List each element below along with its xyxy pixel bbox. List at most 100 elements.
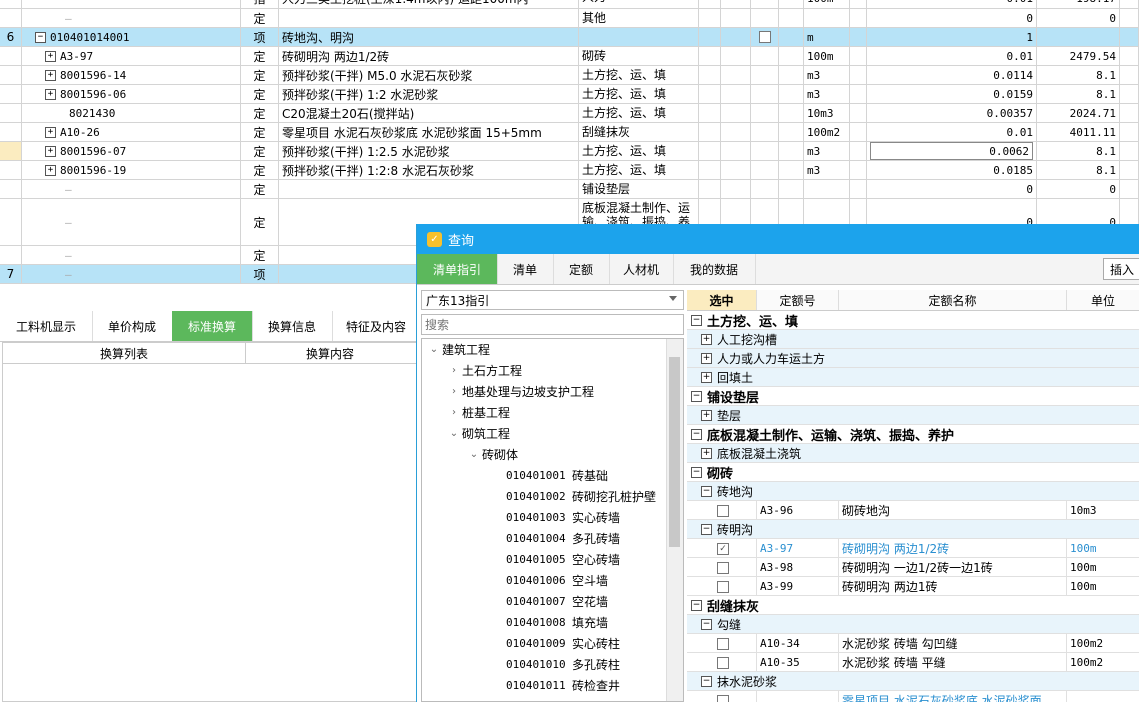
row-unit[interactable]: m3 — [804, 66, 850, 84]
checkbox[interactable] — [717, 580, 729, 593]
tree-node-foundation[interactable]: › 地基处理与边坡支护工程 — [446, 381, 594, 401]
tab-material-display[interactable]: 工料机显示 — [0, 311, 93, 341]
row-code[interactable]: +8001596-07 — [22, 142, 241, 160]
row-cell[interactable] — [850, 47, 867, 65]
row-unit[interactable] — [804, 9, 850, 27]
row-price[interactable]: 0 — [1037, 9, 1120, 27]
quota-select-cell[interactable] — [687, 501, 757, 520]
checkbox[interactable] — [717, 561, 729, 574]
collapse-icon[interactable]: − — [691, 314, 702, 326]
tree-node-pile[interactable]: › 桩基工程 — [446, 402, 510, 422]
row-checkbox-cell[interactable] — [751, 28, 779, 46]
row-code[interactable]: — — [22, 246, 241, 264]
tree-node-building[interactable]: ⌄ 建筑工程 — [426, 339, 490, 359]
tree-leaf-item[interactable]: 010401009 实心砖柱 — [506, 633, 620, 653]
tree-node-earthwork[interactable]: › 土石方工程 — [446, 360, 522, 380]
quota-subgroup-row[interactable]: + 底板混凝土浇筑 — [687, 444, 1139, 463]
checked-checkbox[interactable]: ✓ — [717, 542, 729, 555]
collapse-icon[interactable]: − — [701, 675, 712, 687]
checkbox[interactable] — [717, 637, 729, 650]
row-cell[interactable] — [721, 66, 751, 84]
quota-select-cell[interactable] — [687, 558, 757, 577]
row-type[interactable]: 定 — [241, 9, 279, 27]
row-cell[interactable] — [850, 161, 867, 179]
table-row[interactable]: — 定 铺设垫层 0 0 — [0, 180, 1139, 199]
row-name[interactable]: 砖地沟、明沟 — [279, 28, 579, 46]
checkbox[interactable] — [717, 694, 729, 702]
row-category[interactable]: 其他 — [579, 9, 699, 27]
collapse-icon[interactable]: − — [701, 618, 712, 630]
row-checkbox-cell[interactable] — [751, 104, 779, 122]
row-cell[interactable] — [779, 66, 804, 84]
collapse-icon[interactable]: − — [701, 485, 712, 497]
row-quantity[interactable]: 1 — [867, 28, 1037, 46]
quota-group-row[interactable]: − 铺设垫层 — [687, 387, 1139, 406]
quota-subgroup-row[interactable]: − 砖明沟 — [687, 520, 1139, 539]
row-price[interactable]: 8.1 — [1037, 85, 1120, 103]
row-cell[interactable] — [779, 142, 804, 160]
header-selected[interactable]: 选中 — [687, 290, 757, 310]
row-type[interactable]: 定 — [241, 246, 279, 264]
quota-group-row[interactable]: − 砌砖 — [687, 463, 1139, 482]
tree-leaf-item[interactable]: 010401011 砖检查井 — [506, 675, 620, 695]
row-cell[interactable] — [721, 9, 751, 27]
row-checkbox-cell[interactable] — [751, 47, 779, 65]
row-cell[interactable] — [779, 85, 804, 103]
row-type[interactable]: 定 — [241, 85, 279, 103]
row-cell[interactable] — [721, 47, 751, 65]
row-category[interactable]: 土方挖、运、填 — [579, 66, 699, 84]
row-cell[interactable] — [779, 28, 804, 46]
row-category[interactable]: 土方挖、运、填 — [579, 142, 699, 160]
search-input[interactable] — [421, 314, 684, 335]
row-cell[interactable] — [1120, 47, 1139, 65]
row-cell[interactable] — [1120, 0, 1139, 8]
row-code[interactable]: −010401014001 — [22, 28, 241, 46]
table-row[interactable]: +8001596-07 定 预拌砂浆(干拌) 1:2.5 水泥砂浆 土方挖、运、填 m3… — [0, 142, 1139, 161]
tree-leaf-item[interactable]: 010401001 砖基础 — [506, 465, 608, 485]
row-cell[interactable] — [850, 104, 867, 122]
row-cell[interactable] — [850, 0, 867, 8]
row-unit[interactable]: m3 — [804, 85, 850, 103]
row-cell[interactable] — [699, 180, 721, 198]
row-cell[interactable] — [699, 9, 721, 27]
tab-bill[interactable]: 清单 — [497, 254, 554, 284]
tree-leaf-item[interactable]: 010401005 空心砖墙 — [506, 549, 620, 569]
row-category[interactable]: 人力 — [579, 0, 699, 8]
table-row[interactable]: + A3-97 定 砖砌明沟 两边1/2砖 砌砖 100m 0.01 2479.54 — [0, 47, 1139, 66]
row-name[interactable]: 零星项目 水泥石灰砂浆底 水泥砂浆面 15+5mm — [279, 123, 579, 141]
expand-icon[interactable]: + — [45, 126, 56, 138]
row-name[interactable]: 预拌砂浆(干拌) 1:2:8 水泥石灰砂浆 — [279, 161, 579, 179]
quota-subgroup-row[interactable]: − 抹水泥砂浆 — [687, 672, 1139, 691]
row-cell[interactable] — [721, 85, 751, 103]
row-cell[interactable] — [850, 142, 867, 160]
row-checkbox-cell[interactable] — [751, 9, 779, 27]
tree-leaf-item[interactable]: 010401003 实心砖墙 — [506, 507, 620, 527]
row-type[interactable]: 项 — [241, 28, 279, 46]
row-category[interactable]: 土方挖、运、填 — [579, 161, 699, 179]
row-price[interactable]: 8.1 — [1037, 161, 1120, 179]
quota-subgroup-row[interactable]: + 人工挖沟槽 — [687, 330, 1139, 349]
row-checkbox-cell[interactable] — [751, 66, 779, 84]
collapse-icon[interactable]: − — [691, 390, 702, 402]
row-name[interactable] — [279, 180, 579, 198]
tree-node-masonry[interactable]: ⌄ 砌筑工程 — [446, 423, 510, 443]
row-checkbox-cell[interactable] — [751, 123, 779, 141]
quota-subgroup-row[interactable]: + 垫层 — [687, 406, 1139, 425]
row-quantity[interactable]: 0.0159 — [867, 85, 1037, 103]
row-quantity[interactable]: 0.01 — [867, 47, 1037, 65]
expand-icon[interactable]: + — [701, 352, 712, 364]
row-code[interactable]: + A3-97 — [22, 47, 241, 65]
expand-icon[interactable]: + — [45, 69, 56, 81]
row-cell[interactable] — [779, 123, 804, 141]
row-code[interactable]: — — [22, 199, 241, 245]
quota-subgroup-row[interactable]: + 回填土 — [687, 368, 1139, 387]
row-category[interactable] — [579, 28, 699, 46]
tree-scrollbar[interactable] — [666, 339, 683, 701]
row-cell[interactable] — [699, 66, 721, 84]
row-checkbox[interactable] — [758, 31, 771, 43]
row-cell[interactable] — [850, 85, 867, 103]
row-cell[interactable] — [699, 123, 721, 141]
row-cell[interactable] — [721, 0, 751, 8]
table-row[interactable]: +8001596-06 定 预拌砂浆(干拌) 1:2 水泥砂浆 土方挖、运、填 m3 0.… — [0, 85, 1139, 104]
row-quantity[interactable]: 0.0185 — [867, 161, 1037, 179]
